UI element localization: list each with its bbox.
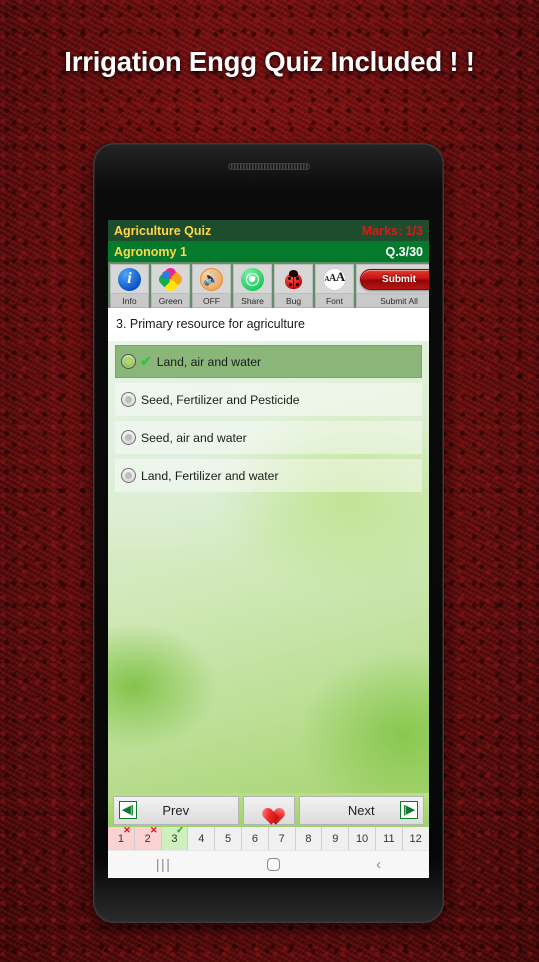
option-label-4: Land, Fertilizer and water [141, 468, 279, 483]
option-row-4[interactable]: Land, Fertilizer and water [115, 459, 422, 492]
phone-mockup: Agriculture Quiz Marks: 1/3 Agronomy 1 Q… [93, 143, 444, 923]
toolbar-label-submit-all: Submit All [356, 294, 429, 308]
quiz-content: 3. Primary resource for agriculture ✔ La… [108, 308, 429, 793]
radio-button-1[interactable] [121, 354, 136, 369]
wrong-mark-icon: ✕ [150, 827, 158, 835]
correct-mark-icon: ✓ [176, 827, 185, 836]
submit-button-wrap: Submit [356, 264, 429, 294]
option-row-1[interactable]: ✔ Land, air and water [115, 345, 422, 378]
question-number: 7 [278, 832, 285, 845]
radio-button-2[interactable] [121, 392, 136, 407]
font-size-icon-wrap: AAA [315, 264, 354, 294]
toolbar-item-share[interactable]: Share [233, 264, 272, 308]
toolbar-item-submit-all[interactable]: Submit Submit All [356, 264, 429, 308]
option-label-3: Seed, air and water [141, 430, 247, 445]
ladybug-icon [282, 268, 305, 291]
question-number-cell[interactable]: ✕ 2 [134, 827, 162, 850]
radio-button-3[interactable] [121, 430, 136, 445]
ladybug-icon-wrap [274, 264, 313, 294]
app-toolbar: i Info Green 🔊 OFF Share Bug A A A Font … [108, 262, 429, 308]
toolbar-label-bug: Bug [274, 294, 313, 308]
question-number-cell[interactable]: 8 [295, 827, 323, 850]
font-size-icon: AAA [323, 267, 346, 291]
toolbar-label-share: Share [233, 294, 272, 308]
next-button[interactable]: Next |▶ [298, 795, 424, 825]
option-label-2: Seed, Fertilizer and Pesticide [141, 392, 300, 407]
prev-button-label: Prev [162, 802, 190, 818]
phone-screen: Agriculture Quiz Marks: 1/3 Agronomy 1 Q… [108, 220, 429, 878]
whatsapp-icon-wrap [233, 264, 272, 294]
toolbar-item-sound[interactable]: 🔊 OFF [192, 264, 231, 308]
android-navigation-bar: ||| ‹ [108, 850, 429, 877]
question-number-cell[interactable]: ✕ 1 [108, 827, 135, 850]
question-number-cell[interactable]: 4 [188, 827, 216, 850]
question-number: 5 [225, 832, 232, 845]
prev-button[interactable]: ◀| Prev [113, 795, 239, 825]
option-row-2[interactable]: Seed, Fertilizer and Pesticide [115, 383, 422, 416]
app-title: Agriculture Quiz [114, 223, 212, 238]
toolbar-item-bug[interactable]: Bug [274, 264, 313, 308]
toolbar-item-font[interactable]: AAA Font [315, 264, 354, 308]
toolbar-item-green[interactable]: Green [151, 264, 190, 308]
question-number-cell[interactable]: 6 [241, 827, 269, 850]
whatsapp-icon [241, 267, 264, 291]
earpiece-speaker [227, 163, 310, 170]
favorite-button[interactable] [242, 795, 295, 825]
question-number-cell[interactable]: 7 [268, 827, 296, 850]
question-number-cell[interactable]: 11 [375, 827, 403, 850]
toolbar-label-sound: OFF [192, 294, 231, 308]
question-number: 12 [409, 832, 422, 845]
question-number: 6 [251, 832, 258, 845]
skip-next-icon: |▶ [400, 801, 418, 819]
wrong-mark-icon: ✕ [123, 827, 131, 835]
question-number: 8 [305, 832, 312, 845]
toolbar-item-info[interactable]: i Info [110, 264, 149, 308]
pinwheel-icon [156, 265, 185, 293]
question-nav-bar: ◀| Prev Next |▶ [108, 793, 429, 827]
question-number-cell[interactable]: 5 [215, 827, 242, 850]
question-number: 4 [198, 832, 205, 845]
home-icon[interactable] [267, 857, 281, 871]
option-row-3[interactable]: Seed, air and water [115, 421, 422, 454]
toolbar-label-info: Info [110, 294, 149, 308]
subject-bar: Agronomy 1 Q.3/30 [108, 241, 429, 262]
option-label-1: Land, air and water [156, 354, 262, 369]
toolbar-label-green: Green [151, 294, 190, 308]
info-icon: i [118, 267, 141, 291]
question-number: 9 [332, 832, 339, 845]
question-number-cell[interactable]: 9 [322, 827, 350, 850]
promo-headline: Irrigation Engg Quiz Included ! ! [64, 46, 475, 77]
question-number-cell[interactable]: ✓ 3 [161, 827, 189, 850]
app-title-bar: Agriculture Quiz Marks: 1/3 [108, 220, 429, 241]
speaker-icon-wrap: 🔊 [192, 264, 231, 294]
question-number-strip: ✕ 1 ✕ 2 ✓ 3 4 5 6 7 8 9 10 11 12 [108, 827, 429, 850]
radio-button-4[interactable] [121, 468, 136, 483]
speaker-icon: 🔊 [200, 267, 223, 291]
next-button-label: Next [347, 802, 375, 818]
skip-previous-icon: ◀| [119, 801, 137, 819]
question-text: 3. Primary resource for agriculture [108, 308, 429, 341]
toolbar-label-font: Font [315, 294, 354, 308]
question-number: 11 [383, 832, 395, 845]
recents-icon[interactable]: ||| [156, 857, 171, 871]
pinwheel-icon-wrap [151, 264, 190, 294]
question-number-cell[interactable]: 10 [349, 827, 376, 850]
question-number-cell[interactable]: 12 [402, 827, 429, 850]
submit-button[interactable]: Submit [360, 268, 429, 290]
marks-indicator: Marks: 1/3 [361, 223, 423, 238]
back-icon[interactable]: ‹ [376, 857, 381, 872]
question-number: 10 [355, 832, 369, 845]
heart-icon [258, 801, 279, 820]
info-icon-wrap: i [110, 264, 149, 294]
question-counter: Q.3/30 [385, 244, 423, 259]
options-list: ✔ Land, air and water Seed, Fertilizer a… [108, 341, 429, 492]
correct-tick-icon: ✔ [140, 353, 152, 369]
subject-label: Agronomy 1 [114, 244, 187, 259]
